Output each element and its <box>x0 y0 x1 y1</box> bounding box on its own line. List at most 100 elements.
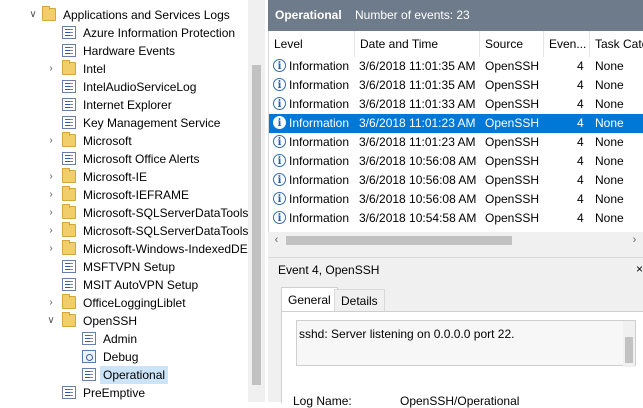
cell-date-time: 3/6/2018 10:56:08 AM <box>359 192 477 206</box>
tree-item-label: PreEmptive <box>83 386 146 400</box>
tree-item-label: Microsoft-IEFRAME <box>83 188 190 202</box>
tree-item-label: Microsoft-SQLServerDataTools\ <box>83 224 248 238</box>
event-row[interactable]: Information 3/6/2018 10:54:58 AM OpenSSH 4N… <box>269 209 643 228</box>
cell-task-category: None <box>595 59 624 73</box>
event-row[interactable]: Information 3/6/2018 11:01:23 AM OpenSSH 4N… <box>269 133 643 152</box>
message-scrollbar[interactable] <box>623 321 635 367</box>
cell-level: Information <box>289 211 350 225</box>
cell-source: OpenSSH <box>485 97 540 111</box>
info-icon <box>273 76 286 95</box>
tab-general[interactable]: General <box>281 287 338 312</box>
tree-item-label: Internet Explorer <box>83 98 172 112</box>
log-icon <box>62 260 76 273</box>
tree-item-label: MSIT AutoVPN Setup <box>83 278 199 292</box>
chevron-down-icon[interactable]: ∨ <box>28 6 38 24</box>
cell-source: OpenSSH <box>485 59 540 73</box>
log-icon <box>62 44 76 57</box>
log-icon <box>62 116 76 129</box>
event-log-tree[interactable]: ∨ Applications and Services Logs Azure Inf… <box>0 0 248 402</box>
cell-level: Information <box>289 59 350 73</box>
tree-scrollbar-thumb[interactable] <box>252 65 261 385</box>
chevron-right-icon[interactable]: › <box>46 60 56 78</box>
tree-item-label: Key Management Service <box>83 116 221 130</box>
cell-event-id: 4 <box>577 97 584 111</box>
tree-item-label: Intel <box>83 62 106 76</box>
tree-item-label: Debug <box>103 350 139 364</box>
cell-event-id: 4 <box>577 116 584 130</box>
scroll-right-arrow-icon[interactable]: › <box>626 232 643 249</box>
info-icon <box>273 133 286 152</box>
cell-date-time: 3/6/2018 11:01:23 AM <box>359 116 476 130</box>
message-scrollbar-thumb[interactable] <box>625 337 633 363</box>
event-details-title: Event 4, OpenSSH <box>278 263 380 277</box>
event-row[interactable]: Information 3/6/2018 11:01:23 AM OpenSSH 4N… <box>269 114 643 133</box>
info-icon <box>273 171 286 190</box>
chevron-right-icon[interactable]: › <box>46 132 56 150</box>
event-message: sshd: Server listening on 0.0.0.0 port 2… <box>299 327 515 341</box>
chevron-down-icon[interactable]: ∨ <box>46 312 56 330</box>
folder-icon <box>62 60 76 75</box>
folder-icon <box>62 204 76 219</box>
tree-item-label: Microsoft <box>83 134 132 148</box>
cell-source: OpenSSH <box>485 192 540 206</box>
cell-task-category: None <box>595 173 624 187</box>
cell-date-time: 3/6/2018 11:01:33 AM <box>359 97 476 111</box>
cell-date-time: 3/6/2018 10:56:08 AM <box>359 154 477 168</box>
cell-level: Information <box>289 154 350 168</box>
log-icon <box>62 98 76 111</box>
event-message-box[interactable]: sshd: Server listening on 0.0.0.0 port 2… <box>296 320 636 367</box>
event-row[interactable]: Information 3/6/2018 10:56:08 AM OpenSSH 4N… <box>269 152 643 171</box>
cell-level: Information <box>289 114 350 133</box>
tree-item-label: Microsoft-SQLServerDataTools <box>83 206 248 220</box>
column-header-source[interactable]: Source <box>480 31 544 57</box>
cell-date-time: 3/6/2018 11:01:35 AM <box>359 78 476 92</box>
tree-item-label: OfficeLoggingLiblet <box>83 296 186 310</box>
event-row[interactable]: Information 3/6/2018 11:01:35 AM OpenSSH 4N… <box>269 57 643 76</box>
chevron-right-icon[interactable]: › <box>46 168 56 186</box>
chevron-right-icon[interactable]: › <box>46 186 56 204</box>
events-grid[interactable]: Level Date and Time Source Even... Task … <box>268 31 643 249</box>
event-row[interactable]: Information 3/6/2018 10:56:08 AM OpenSSH 4N… <box>269 171 643 190</box>
column-header-event-id[interactable]: Even... <box>544 31 590 57</box>
cell-event-id: 4 <box>577 78 584 92</box>
chevron-right-icon[interactable]: › <box>46 222 56 240</box>
pane-splitter[interactable] <box>268 249 643 257</box>
cell-level: Information <box>289 173 350 187</box>
log-icon <box>62 80 76 93</box>
cell-source: OpenSSH <box>485 211 540 225</box>
info-icon <box>273 209 286 228</box>
log-icon <box>62 278 76 291</box>
folder-icon <box>62 132 76 147</box>
cell-level: Information <box>289 78 350 92</box>
tree-item-label: Admin <box>103 332 138 346</box>
cell-date-time: 3/6/2018 10:56:08 AM <box>359 173 477 187</box>
grid-horizontal-scrollbar[interactable]: ‹ › <box>268 232 643 249</box>
tree-vertical-scrollbar[interactable] <box>248 0 265 402</box>
cell-task-category: None <box>595 97 624 111</box>
column-header-date-time[interactable]: Date and Time <box>355 31 480 57</box>
log-header: Operational Number of events: 23 <box>268 0 643 31</box>
scroll-left-arrow-icon[interactable]: ‹ <box>268 232 285 249</box>
close-icon[interactable]: × <box>636 262 643 276</box>
cell-task-category: None <box>595 135 624 149</box>
column-header-level[interactable]: Level <box>269 31 355 57</box>
tree-item-label: Hardware Events <box>83 44 176 58</box>
event-details-pane: Event 4, OpenSSH × General Details sshd:… <box>268 257 643 408</box>
cell-event-id: 4 <box>577 211 584 225</box>
folder-icon <box>42 6 56 21</box>
cell-date-time: 3/6/2018 11:01:35 AM <box>359 59 476 73</box>
chevron-right-icon[interactable]: › <box>46 204 56 222</box>
cell-task-category: None <box>595 211 624 225</box>
event-row[interactable]: Information 3/6/2018 11:01:33 AM OpenSSH 4N… <box>269 95 643 114</box>
grid-scrollbar-thumb[interactable] <box>286 236 512 245</box>
cell-source: OpenSSH <box>485 154 540 168</box>
log-icon <box>62 152 76 165</box>
folder-icon <box>62 312 76 327</box>
event-row[interactable]: Information 3/6/2018 10:56:08 AM OpenSSH 4N… <box>269 190 643 209</box>
cell-date-time: 3/6/2018 10:54:58 AM <box>359 211 477 225</box>
column-header-task-category[interactable]: Task Cate <box>590 31 643 57</box>
event-row[interactable]: Information 3/6/2018 11:01:35 AM OpenSSH 4N… <box>269 76 643 95</box>
chevron-right-icon[interactable]: › <box>46 294 56 312</box>
chevron-right-icon[interactable]: › <box>46 240 56 258</box>
tab-details[interactable]: Details <box>334 289 385 311</box>
